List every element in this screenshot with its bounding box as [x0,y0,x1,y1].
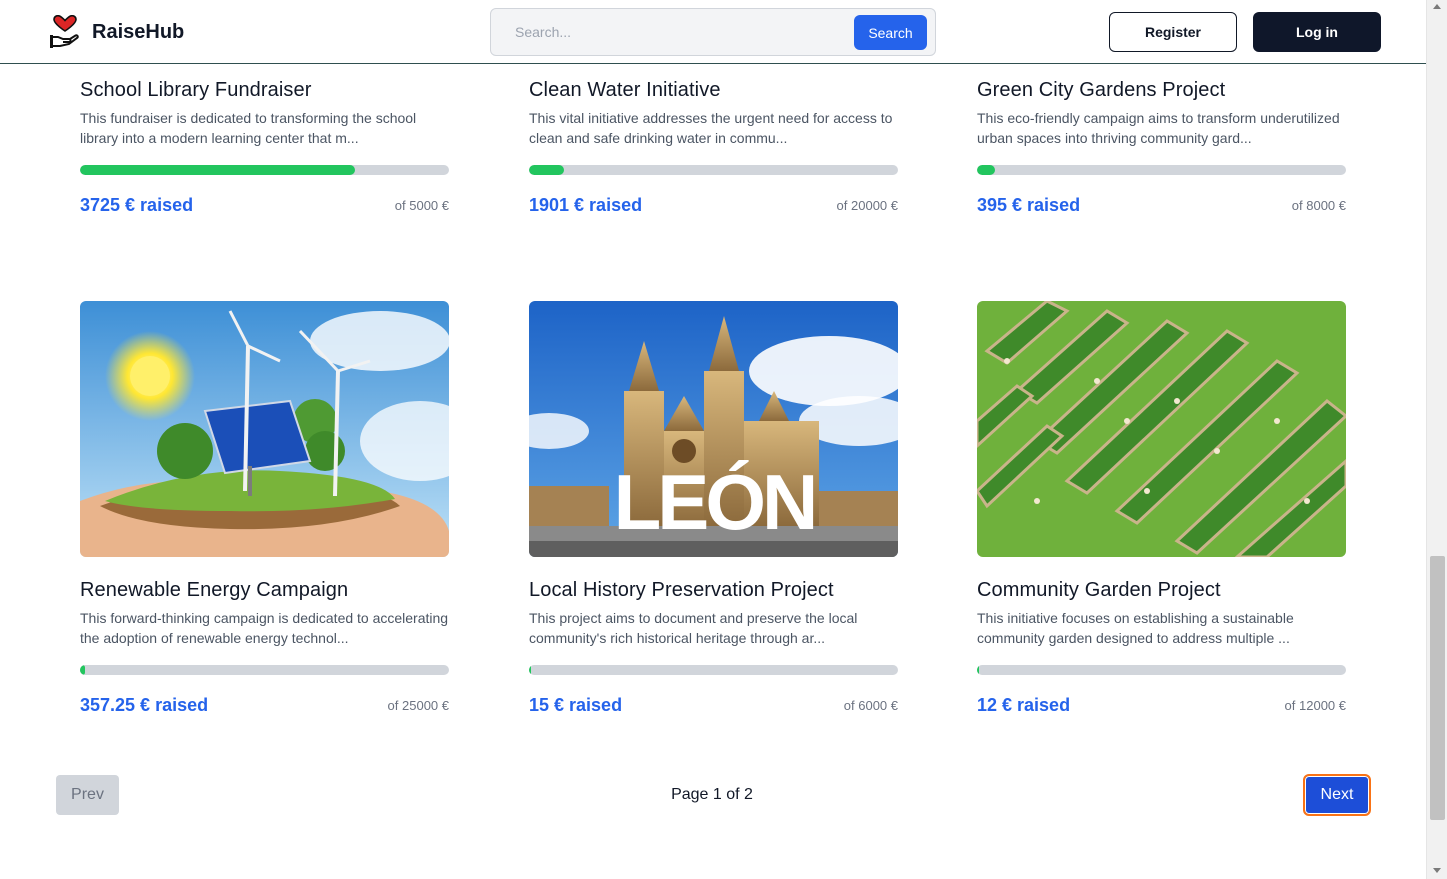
campaign-title[interactable]: Local History Preservation Project [529,577,898,603]
progress-bar [977,665,1346,675]
campaign-title[interactable]: Renewable Energy Campaign [80,577,449,603]
goal-amount: of 12000 € [1284,698,1346,713]
search-button[interactable]: Search [854,15,927,50]
campaign-card[interactable]: Renewable Energy Campaign This forward-t… [80,301,449,716]
vertical-scrollbar[interactable] [1426,0,1447,879]
campaign-title[interactable]: Clean Water Initiative [529,77,898,103]
top-navbar: RaiseHub Search Register Log in [0,0,1426,64]
progress-bar [529,665,898,675]
campaign-image[interactable]: LEÓN [529,301,898,557]
cathedral-caption: LEÓN [614,458,815,546]
goal-amount: of 5000 € [394,198,449,213]
goal-amount: of 8000 € [1291,198,1346,213]
raised-amount: 12 € raised [977,695,1071,715]
progress-bar [977,165,1346,175]
campaign-description: This project aims to document and preser… [529,610,858,646]
campaign-description: This eco-friendly campaign aims to trans… [977,110,1340,146]
renewable-energy-image [80,301,449,557]
brand-name: RaiseHub [92,20,185,43]
progress-fill [529,665,531,675]
raised-amount: 1901 € raised [529,195,643,215]
campaign-title[interactable]: School Library Fundraiser [80,77,449,103]
campaign-card[interactable]: Green City Gardens Project This eco-frie… [977,77,1346,216]
campaign-description: This initiative focuses on establishing … [977,610,1294,646]
page-indicator: Page 1 of 2 [671,786,753,803]
progress-bar [80,665,449,675]
goal-amount: of 20000 € [836,198,898,213]
progress-fill [977,665,979,675]
campaign-description: This forward-thinking campaign is dedica… [80,610,449,646]
scroll-up-arrow-icon[interactable] [1433,4,1441,9]
campaign-card[interactable]: School Library Fundraiser This fundraise… [80,77,449,216]
login-button[interactable]: Log in [1253,12,1381,52]
search-bar: Search [490,8,936,56]
progress-fill [80,665,86,675]
campaign-image[interactable] [977,301,1346,557]
campaign-card[interactable]: Clean Water Initiative This vital initia… [529,77,898,216]
raised-amount: 3725 € raised [80,195,194,215]
campaign-title[interactable]: Green City Gardens Project [977,77,1346,103]
register-button[interactable]: Register [1109,12,1237,52]
campaign-card[interactable]: Community Garden Project This initiative… [977,301,1346,716]
progress-bar [529,165,898,175]
raised-amount: 15 € raised [529,695,623,715]
scroll-down-arrow-icon[interactable] [1433,868,1441,873]
scroll-thumb[interactable] [1430,556,1445,820]
campaign-description: This fundraiser is dedicated to transfor… [80,110,417,146]
garden-aerial-image [977,301,1346,557]
brand[interactable]: RaiseHub [50,15,184,49]
heart-hand-logo-icon [50,15,79,48]
goal-amount: of 25000 € [387,698,449,713]
campaign-description: This vital initiative addresses the urge… [529,110,893,146]
prev-page-button[interactable]: Prev [56,775,119,815]
raised-amount: 357.25 € raised [80,695,209,715]
progress-fill [977,165,996,175]
next-page-button[interactable]: Next [1303,774,1371,816]
cathedral-image: LEÓN [529,301,898,557]
progress-fill [80,165,355,175]
campaign-title[interactable]: Community Garden Project [977,577,1346,603]
campaign-card[interactable]: LEÓN Local History Preservation Project … [529,301,898,716]
goal-amount: of 6000 € [843,698,898,713]
progress-fill [529,165,565,175]
campaign-image[interactable] [80,301,449,557]
search-input[interactable] [503,15,853,49]
raised-amount: 395 € raised [977,195,1081,215]
progress-bar [80,165,449,175]
